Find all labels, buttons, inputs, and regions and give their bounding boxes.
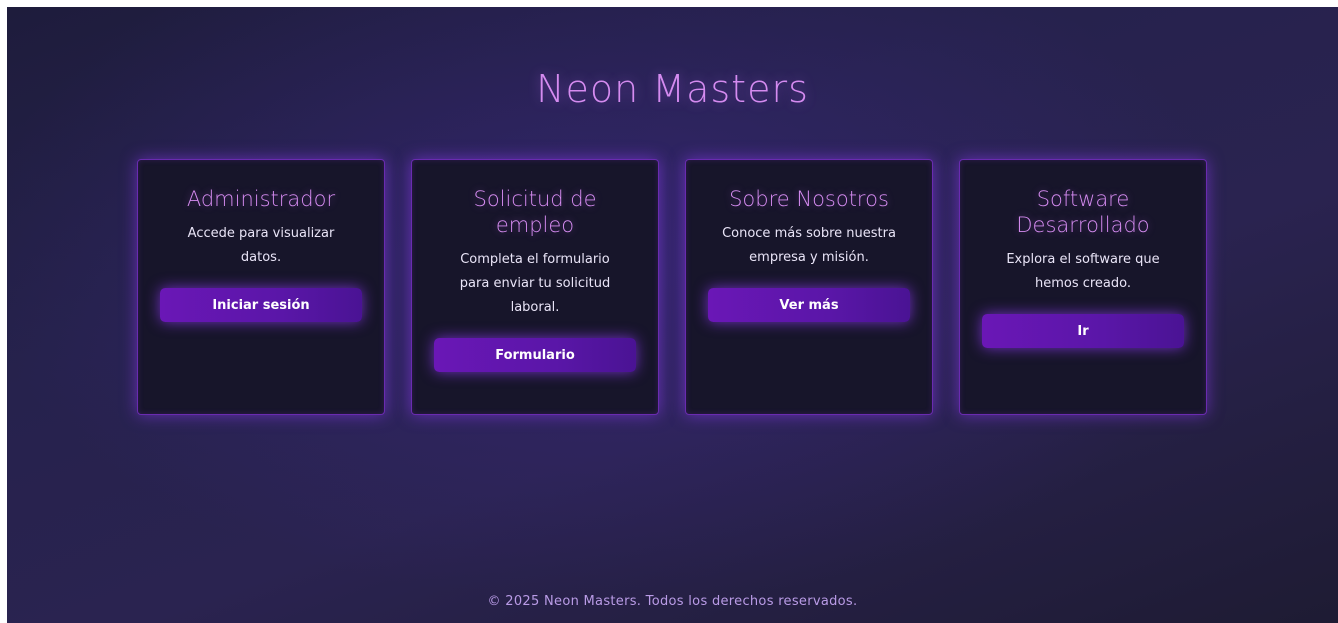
card-software-desarrollado: Software Desarrollado Explora el softwar… [959,159,1207,415]
go-button[interactable]: Ir [982,314,1184,348]
page-title: Neon Masters [536,67,809,111]
footer-copyright: © 2025 Neon Masters. Todos los derechos … [487,594,858,609]
card-description: Completa el formulario para enviar tu so… [459,252,611,315]
card-title: Software Desarrollado [1016,187,1150,237]
card-grid: Administrador Accede para visualizar dat… [137,159,1217,415]
form-button[interactable]: Formulario [434,338,636,372]
page: Neon Masters Administrador Accede para v… [7,7,1338,623]
card-description: Conoce más sobre nuestra empresa y misió… [722,226,896,265]
card-administrador: Administrador Accede para visualizar dat… [137,159,385,415]
card-description: Explora el software que hemos creado. [1006,252,1160,291]
card-title: Administrador [186,187,336,211]
card-description: Accede para visualizar datos. [187,226,335,265]
card-sobre-nosotros: Sobre Nosotros Conoce más sobre nuestra … [685,159,933,415]
login-button[interactable]: Iniciar sesión [160,288,362,322]
card-title: Sobre Nosotros [729,187,889,211]
card-solicitud-empleo: Solicitud de empleo Completa el formular… [411,159,659,415]
card-title: Solicitud de empleo [473,187,597,237]
see-more-button[interactable]: Ver más [708,288,910,322]
